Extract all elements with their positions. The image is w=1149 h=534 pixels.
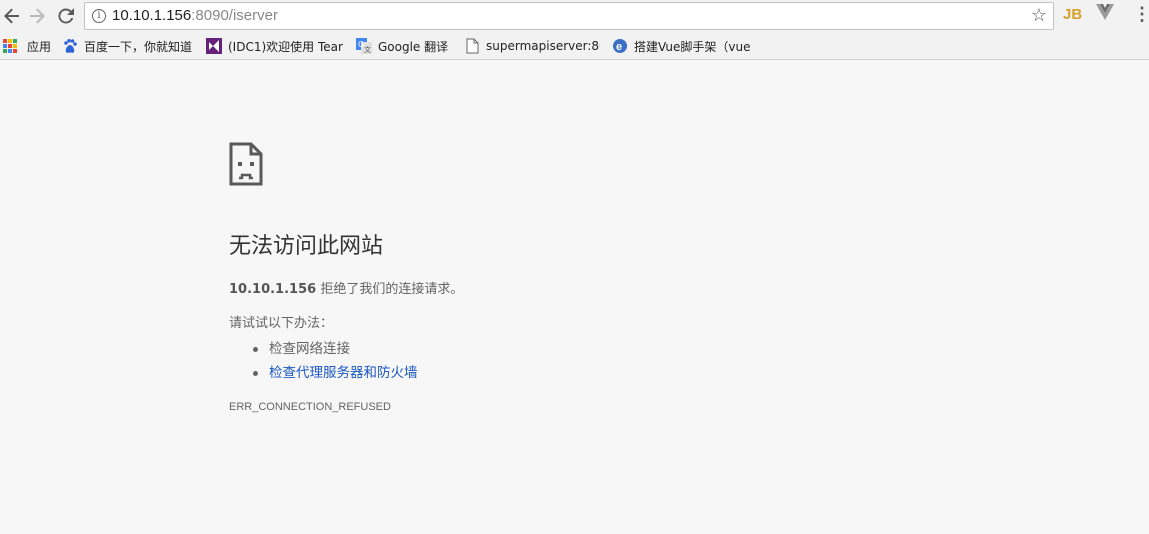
info-icon[interactable]: i	[92, 9, 106, 23]
error-host: 10.10.1.156	[229, 282, 317, 297]
vue-extension-icon[interactable]	[1096, 4, 1114, 24]
svg-text:文: 文	[364, 45, 371, 54]
bookmarks-bar: 应用 百度一下，你就知道 (IDC1)欢迎使用 Tear G 文 Google …	[0, 33, 1149, 60]
visual-studio-icon	[206, 38, 222, 54]
svg-text:e: e	[616, 41, 622, 53]
check-proxy-firewall-link[interactable]: 检查代理服务器和防火墙	[269, 365, 418, 381]
jb-extension-icon[interactable]: JB	[1063, 6, 1082, 23]
ie-icon: e	[613, 39, 627, 53]
page-icon	[466, 38, 479, 54]
bookmark-supermapiserver[interactable]: supermapiserver:80	[464, 37, 600, 55]
address-bar[interactable]: i 10.10.1.156:8090/iserver ☆	[84, 2, 1054, 30]
bookmark-label: (IDC1)欢迎使用 Tear	[228, 39, 343, 54]
bookmark-vue-scaffold[interactable]: e 搭建Vue脚手架（vue	[612, 37, 750, 55]
error-headline: 无法访问此网站	[229, 234, 384, 259]
try-label: 请试试以下办法：	[229, 316, 334, 331]
suggestion-check-proxy-firewall[interactable]: 检查代理服务器和防火墙	[253, 361, 929, 385]
sad-page-icon	[229, 142, 263, 186]
bookmark-label: 搭建Vue脚手架（vue	[634, 39, 750, 54]
google-translate-icon: G 文	[356, 38, 372, 54]
bookmark-label: 百度一下，你就知道	[84, 39, 193, 54]
back-arrow-icon[interactable]	[0, 4, 24, 28]
error-page: 无法访问此网站 10.10.1.156 拒绝了我们的连接请求。 请试试以下办法：…	[229, 140, 929, 413]
error-code: ERR_CONNECTION_REFUSED	[229, 401, 391, 413]
apps-grid-icon	[3, 39, 17, 53]
error-description: 10.10.1.156 拒绝了我们的连接请求。	[229, 282, 464, 297]
bookmark-star-icon[interactable]: ☆	[1031, 5, 1047, 26]
baidu-paw-icon	[64, 39, 77, 53]
menu-kebab-icon[interactable]: ⋮	[1133, 4, 1149, 25]
forward-arrow-icon[interactable]	[25, 4, 49, 28]
bookmark-google-translate[interactable]: G 文 Google 翻译	[356, 37, 456, 55]
reload-icon[interactable]	[54, 4, 78, 28]
suggestion-list: 检查网络连接 检查代理服务器和防火墙	[229, 337, 929, 385]
browser-toolbar: i 10.10.1.156:8090/iserver ☆ JB ⋮	[0, 0, 1149, 33]
bookmark-apps[interactable]: 应用	[3, 37, 51, 55]
bookmark-label: 应用	[27, 39, 52, 54]
suggestion-check-network: 检查网络连接	[253, 337, 929, 361]
bookmark-label: supermapiserver:80	[486, 39, 600, 53]
bookmark-idc1[interactable]: (IDC1)欢迎使用 Tear	[206, 37, 343, 55]
url-text[interactable]: 10.10.1.156:8090/iserver	[112, 7, 278, 24]
bookmark-label: Google 翻译	[378, 39, 449, 54]
bookmark-baidu[interactable]: 百度一下，你就知道	[62, 37, 197, 55]
